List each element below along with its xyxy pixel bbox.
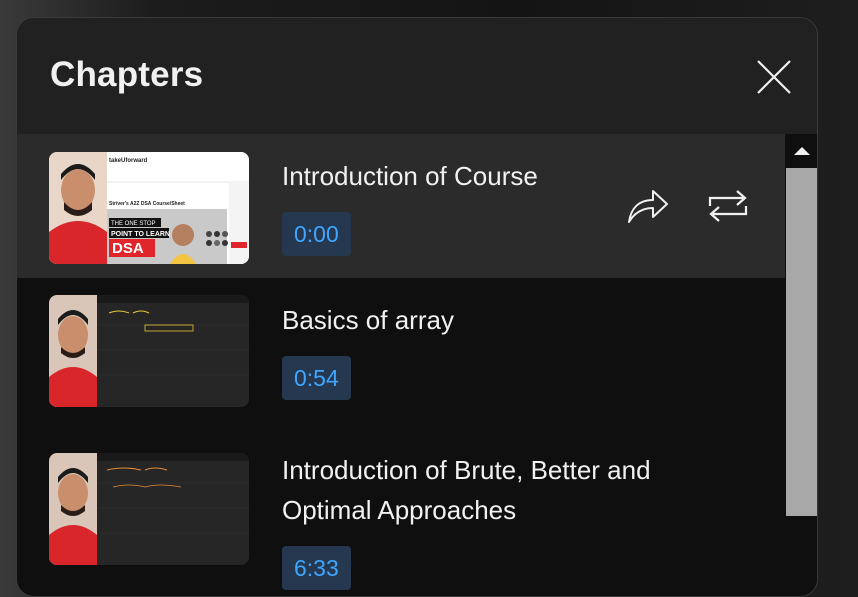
- chapter-item[interactable]: Basics of array 0:54: [17, 278, 785, 428]
- chapter-list: takeUforward Striver's A2Z DSA Course/Sh…: [17, 134, 785, 596]
- loop-button[interactable]: [705, 186, 751, 231]
- thumbnail-heading: Striver's A2Z DSA Course/Sheet: [109, 201, 185, 207]
- chapters-panel: Chapters takeUforward Striver's A2Z DSA …: [16, 17, 818, 597]
- thumbnail-image: [49, 453, 249, 565]
- close-button[interactable]: [755, 58, 793, 96]
- panel-title: Chapters: [50, 55, 204, 94]
- close-icon: [757, 60, 791, 94]
- scroll-up-arrow-icon: [794, 147, 810, 155]
- thumbnail-tagline-3: DSA: [112, 240, 144, 257]
- chapter-thumbnail: [49, 453, 249, 565]
- chapter-title: Introduction of Brute, Better and Optima…: [282, 455, 651, 525]
- chapter-timestamp[interactable]: 6:33: [282, 546, 351, 590]
- share-button[interactable]: [625, 186, 671, 231]
- scroll-up-button[interactable]: [785, 134, 817, 166]
- thumbnail-tagline: THE ONE STOP: [111, 221, 156, 227]
- chapter-timestamp[interactable]: 0:00: [282, 212, 351, 256]
- chapter-timestamp[interactable]: 0:54: [282, 356, 351, 400]
- chapter-item[interactable]: takeUforward Striver's A2Z DSA Course/Sh…: [17, 134, 785, 278]
- scroll-thumb[interactable]: [786, 168, 817, 516]
- chapter-thumbnail: takeUforward Striver's A2Z DSA Course/Sh…: [49, 152, 249, 264]
- chapter-thumbnail: [49, 295, 249, 407]
- loop-icon: [708, 190, 748, 222]
- share-icon: [628, 190, 668, 223]
- chapter-title: Basics of array: [282, 305, 454, 335]
- chapter-item[interactable]: Introduction of Brute, Better and Optima…: [17, 428, 785, 596]
- thumbnail-site-name: takeUforward: [109, 158, 148, 164]
- scrollbar[interactable]: [785, 134, 817, 596]
- panel-header: Chapters: [17, 18, 817, 134]
- thumbnail-image: [49, 295, 249, 407]
- thumbnail-tagline-2: POINT TO LEARN: [111, 231, 170, 238]
- thumbnail-image: takeUforward Striver's A2Z DSA Course/Sh…: [49, 152, 249, 264]
